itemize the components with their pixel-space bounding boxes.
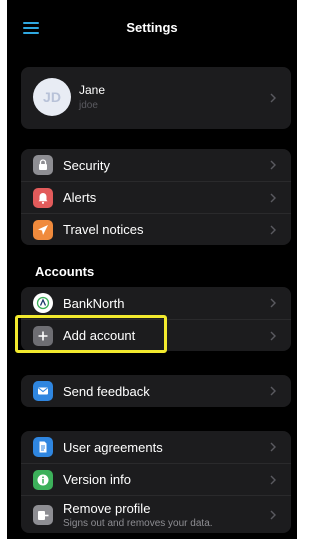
travel-notices-label: Travel notices bbox=[63, 222, 144, 237]
chevron-right-icon bbox=[270, 93, 276, 103]
top-bar: Settings bbox=[7, 12, 297, 44]
add-account-row[interactable]: Add account bbox=[21, 319, 291, 351]
settings-screen: Settings JD Jane jdoe Security Alerts Tr… bbox=[7, 0, 297, 539]
chevron-right-icon bbox=[270, 475, 276, 484]
add-account-label: Add account bbox=[63, 328, 136, 343]
send-feedback-label: Send feedback bbox=[63, 383, 150, 399]
chevron-right-icon bbox=[270, 225, 276, 234]
chevron-right-icon bbox=[270, 442, 276, 452]
airplane-icon bbox=[33, 219, 53, 240]
about-group: User agreements Version info Remove prof… bbox=[21, 431, 291, 533]
info-icon bbox=[33, 469, 53, 490]
alerts-row[interactable]: Alerts bbox=[21, 181, 291, 213]
chevron-right-icon bbox=[270, 193, 276, 202]
page-title: Settings bbox=[126, 20, 178, 35]
bank-logo-icon bbox=[33, 293, 53, 313]
chevron-right-icon bbox=[270, 386, 276, 396]
security-group: Security Alerts Travel notices bbox=[21, 149, 291, 245]
chevron-right-icon bbox=[270, 331, 276, 340]
user-agreements-label: User agreements bbox=[63, 439, 163, 455]
banknorth-row[interactable]: BankNorth bbox=[21, 287, 291, 319]
profile-name: Jane bbox=[79, 83, 106, 97]
version-info-label: Version info bbox=[63, 472, 131, 487]
accounts-group: BankNorth Add account bbox=[21, 287, 291, 351]
document-icon bbox=[33, 437, 53, 457]
chevron-right-icon bbox=[270, 510, 276, 519]
chevron-right-icon bbox=[270, 160, 276, 170]
accounts-section-title: Accounts bbox=[35, 264, 95, 279]
alert-icon bbox=[33, 187, 53, 208]
remove-profile-label: Remove profile bbox=[63, 501, 151, 516]
chevron-right-icon bbox=[270, 298, 276, 308]
mail-icon bbox=[33, 381, 53, 401]
travel-notices-row[interactable]: Travel notices bbox=[21, 213, 291, 245]
plus-icon bbox=[33, 325, 53, 346]
security-row[interactable]: Security bbox=[21, 149, 291, 181]
banknorth-label: BankNorth bbox=[63, 295, 125, 311]
user-agreements-row[interactable]: User agreements bbox=[21, 431, 291, 463]
profile-card[interactable]: JD Jane jdoe bbox=[21, 67, 291, 129]
lock-icon bbox=[33, 155, 53, 175]
remove-profile-description: Signs out and removes your data. bbox=[63, 518, 213, 529]
profile-username: jdoe bbox=[79, 100, 98, 111]
security-label: Security bbox=[63, 157, 110, 173]
version-info-row[interactable]: Version info bbox=[21, 463, 291, 495]
avatar: JD bbox=[33, 78, 71, 116]
send-feedback-row[interactable]: Send feedback bbox=[21, 375, 291, 407]
remove-profile-row[interactable]: Remove profile Signs out and removes you… bbox=[21, 495, 291, 533]
remove-profile-icon bbox=[33, 504, 53, 525]
alerts-label: Alerts bbox=[63, 190, 97, 205]
feedback-group: Send feedback bbox=[21, 375, 291, 407]
